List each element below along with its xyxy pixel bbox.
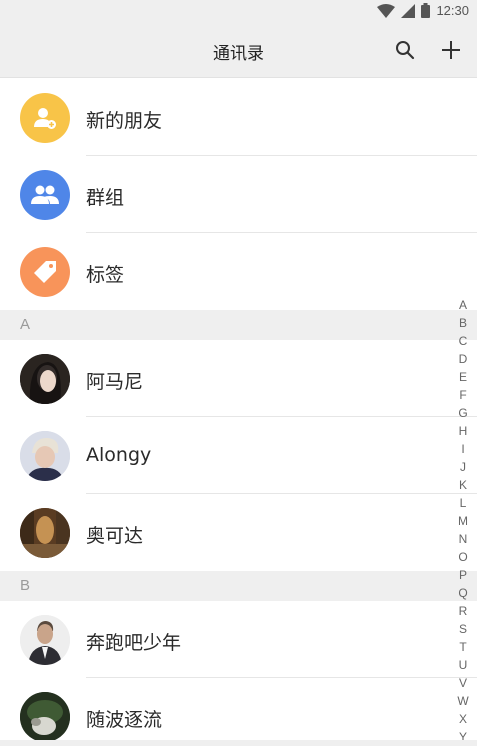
contact-list: 新的朋友 群组 标签 A 阿马尼 Alongy 奥可达 B 奔跑吧少年 随波逐流 (0, 79, 477, 746)
section-header-b: B (0, 571, 477, 601)
avatar (20, 508, 70, 558)
index-letter-q[interactable]: Q (455, 584, 471, 602)
contact-name: 奥可达 (86, 525, 144, 547)
index-letter-v[interactable]: V (455, 674, 471, 692)
search-button[interactable] (391, 36, 419, 64)
group-icon (20, 170, 70, 220)
index-letter-g[interactable]: G (455, 404, 471, 422)
search-icon (396, 41, 415, 60)
index-letter-t[interactable]: T (455, 638, 471, 656)
new-friends-item[interactable]: 新的朋友 (0, 79, 477, 156)
index-letter-f[interactable]: F (455, 386, 471, 404)
section-letter: B (20, 577, 31, 594)
contact-item[interactable]: 奥可达 (0, 494, 477, 571)
avatar (20, 692, 70, 742)
index-letter-i[interactable]: I (455, 440, 471, 458)
index-letter-l[interactable]: L (455, 494, 471, 512)
plus-icon (442, 41, 460, 59)
alphabet-index-bar[interactable]: ABCDEFGHIJKLMNOPQRSTUVWXY (455, 296, 471, 746)
index-letter-u[interactable]: U (455, 656, 471, 674)
contact-item[interactable]: 阿马尼 (0, 340, 477, 417)
index-letter-w[interactable]: W (455, 692, 471, 710)
index-letter-b[interactable]: B (455, 314, 471, 332)
index-letter-x[interactable]: X (455, 710, 471, 728)
contact-item[interactable]: Alongy (0, 417, 477, 494)
index-letter-p[interactable]: P (455, 566, 471, 584)
section-header-a: A (0, 310, 477, 340)
index-letter-s[interactable]: S (455, 620, 471, 638)
contact-item[interactable]: 随波逐流 (0, 678, 477, 746)
signal-icon (401, 3, 416, 18)
index-letter-o[interactable]: O (455, 548, 471, 566)
index-letter-k[interactable]: K (455, 476, 471, 494)
index-letter-r[interactable]: R (455, 602, 471, 620)
list-item-label: 新的朋友 (86, 110, 163, 132)
contact-name: 阿马尼 (86, 371, 144, 393)
list-item-label: 群组 (86, 187, 125, 209)
index-letter-m[interactable]: M (455, 512, 471, 530)
groups-item[interactable]: 群组 (0, 156, 477, 233)
bottom-edge (0, 740, 477, 746)
wifi-icon (377, 3, 396, 18)
index-letter-d[interactable]: D (455, 350, 471, 368)
index-letter-j[interactable]: J (455, 458, 471, 476)
contact-name: 随波逐流 (86, 709, 163, 731)
tag-icon (20, 247, 70, 297)
index-letter-h[interactable]: H (455, 422, 471, 440)
app-header: 通讯录 (0, 24, 477, 78)
index-letter-n[interactable]: N (455, 530, 471, 548)
contact-name: 奔跑吧少年 (86, 632, 182, 654)
status-time: 12:30 (436, 3, 469, 18)
contact-name: Alongy (86, 444, 152, 466)
battery-icon (421, 3, 431, 18)
index-letter-a[interactable]: A (455, 296, 471, 314)
avatar (20, 615, 70, 665)
index-letter-e[interactable]: E (455, 368, 471, 386)
tags-item[interactable]: 标签 (0, 233, 477, 310)
index-letter-c[interactable]: C (455, 332, 471, 350)
avatar (20, 431, 70, 481)
section-letter: A (20, 316, 31, 333)
list-item-label: 标签 (86, 264, 125, 286)
add-button[interactable] (437, 36, 465, 64)
add-friend-icon (20, 93, 70, 143)
status-bar: 12:30 (0, 0, 477, 24)
status-icons: 12:30 (377, 3, 469, 18)
contact-item[interactable]: 奔跑吧少年 (0, 601, 477, 678)
avatar (20, 354, 70, 404)
